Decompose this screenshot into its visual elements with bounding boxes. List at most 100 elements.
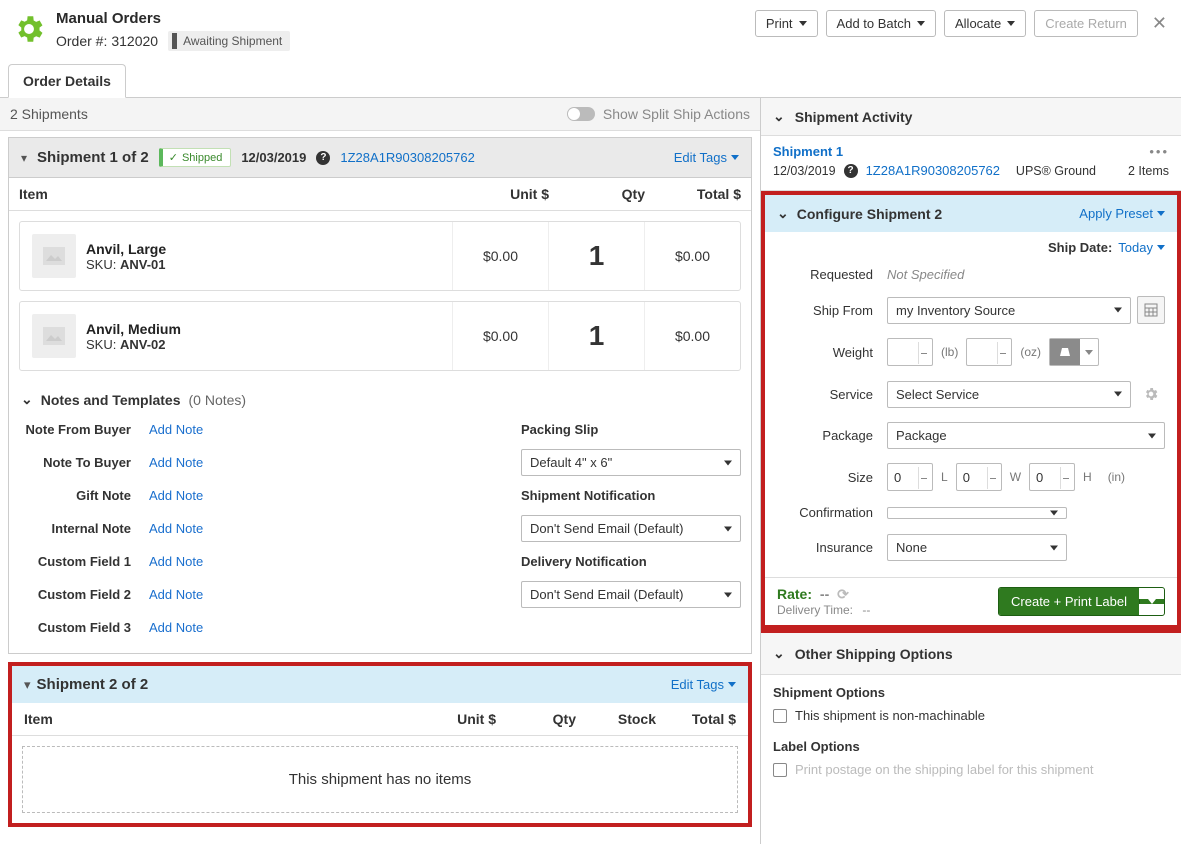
rate-label: Rate: xyxy=(777,586,812,602)
notes-fields: Note From BuyerAdd Note Note To BuyerAdd… xyxy=(19,422,521,635)
requested-value: Not Specified xyxy=(887,267,964,282)
configure-header[interactable]: ⌄ Configure Shipment 2 Apply Preset xyxy=(765,195,1177,232)
ship-from-label: Ship From xyxy=(777,303,873,318)
requested-label: Requested xyxy=(777,267,873,282)
size-l-unit: L xyxy=(941,470,948,484)
split-ship-toggle[interactable] xyxy=(567,107,595,121)
weight-oz-input[interactable] xyxy=(966,338,1012,366)
configure-shipment-panel: ⌄ Configure Shipment 2 Apply Preset Ship… xyxy=(761,191,1181,629)
help-icon[interactable]: ? xyxy=(844,164,858,178)
items-header-row: Item Unit $ Qty Total $ xyxy=(9,178,751,211)
chevron-down-icon: ▾ xyxy=(21,151,27,165)
weight-lb-input[interactable] xyxy=(887,338,933,366)
shipment-activity-link[interactable]: Shipment 1 xyxy=(773,144,843,159)
more-menu-icon[interactable]: ••• xyxy=(1149,144,1169,159)
calculator-icon[interactable] xyxy=(1137,296,1165,324)
note-to-buyer-label: Note To Buyer xyxy=(19,455,149,470)
page-header: Manual Orders Order #: 312020 Awaiting S… xyxy=(0,0,1181,59)
add-internal-note[interactable]: Add Note xyxy=(149,521,203,536)
checkbox-icon[interactable] xyxy=(773,763,787,777)
scale-button[interactable] xyxy=(1049,338,1099,366)
print-button[interactable]: Print xyxy=(755,10,818,37)
edit-tags-link[interactable]: Edit Tags xyxy=(671,677,736,692)
tabs: Order Details xyxy=(0,63,1181,98)
item-name: Anvil, Large xyxy=(86,241,166,257)
gear-icon xyxy=(12,12,46,46)
service-select[interactable]: Select Service xyxy=(887,381,1131,408)
item-meta: Anvil, Large SKU: ANV-01 xyxy=(20,222,452,290)
col-qty: Qty xyxy=(549,186,645,202)
service-settings-icon[interactable] xyxy=(1137,380,1165,408)
notes-section-toggle[interactable]: ⌄ Notes and Templates (0 Notes) xyxy=(9,381,751,418)
chevron-down-icon: ▾ xyxy=(24,677,31,693)
other-shipping-options-header[interactable]: ⌄ Other Shipping Options xyxy=(761,633,1181,675)
ship-from-select[interactable]: my Inventory Source xyxy=(887,297,1131,324)
delivery-notification-label: Delivery Notification xyxy=(521,554,741,569)
activity-tracking-link[interactable]: 1Z28A1R90308205762 xyxy=(866,163,1000,178)
shipment-1-tracking-link[interactable]: 1Z28A1R90308205762 xyxy=(340,150,474,165)
configure-form: Requested Not Specified Ship From my Inv… xyxy=(765,263,1177,577)
notes-templates: Packing Slip Default 4" x 6" Shipment No… xyxy=(521,422,741,635)
size-height-input[interactable]: 0 xyxy=(1029,463,1075,491)
shipment-2-header[interactable]: ▾ Shipment 2 of 2 Edit Tags xyxy=(12,666,748,703)
non-machinable-row[interactable]: This shipment is non-machinable xyxy=(773,708,1169,723)
add-custom-field-2[interactable]: Add Note xyxy=(149,587,203,602)
packing-slip-label: Packing Slip xyxy=(521,422,741,437)
print-postage-row[interactable]: Print postage on the shipping label for … xyxy=(773,762,1169,777)
caret-down-icon xyxy=(1157,245,1165,250)
package-select[interactable]: Package xyxy=(887,422,1165,449)
create-return-button: Create Return xyxy=(1034,10,1138,37)
help-icon[interactable]: ? xyxy=(316,151,330,165)
add-custom-field-1[interactable]: Add Note xyxy=(149,554,203,569)
item-qty: 1 xyxy=(548,302,644,370)
shipment-activity-header[interactable]: ⌄ Shipment Activity xyxy=(761,98,1181,136)
package-label: Package xyxy=(777,428,873,443)
item-meta: Anvil, Medium SKU: ANV-02 xyxy=(20,302,452,370)
note-from-buyer-label: Note From Buyer xyxy=(19,422,149,437)
confirmation-select[interactable] xyxy=(887,507,1067,519)
activity-item-count: 2 Items xyxy=(1128,164,1169,178)
close-icon[interactable]: ✕ xyxy=(1152,13,1167,34)
add-note-from-buyer[interactable]: Add Note xyxy=(149,422,203,437)
add-gift-note[interactable]: Add Note xyxy=(149,488,203,503)
activity-date: 12/03/2019 xyxy=(773,164,836,178)
delivery-time-label: Delivery Time: xyxy=(777,603,853,617)
add-to-batch-button[interactable]: Add to Batch xyxy=(826,10,936,37)
configure-title: Configure Shipment 2 xyxy=(797,206,942,222)
apply-preset-link[interactable]: Apply Preset xyxy=(1079,206,1165,221)
notes-grid: Note From BuyerAdd Note Note To BuyerAdd… xyxy=(9,418,751,653)
internal-note-label: Internal Note xyxy=(19,521,149,536)
activity-service: UPS® Ground xyxy=(1016,164,1096,178)
size-length-input[interactable]: 0 xyxy=(887,463,933,491)
gear-icon xyxy=(1143,386,1159,402)
packing-slip-select[interactable]: Default 4" x 6" xyxy=(521,449,741,476)
store-name: Manual Orders xyxy=(56,10,290,27)
add-note-to-buyer[interactable]: Add Note xyxy=(149,455,203,470)
col-item: Item xyxy=(19,186,453,202)
non-machinable-label: This shipment is non-machinable xyxy=(795,708,985,723)
ship-date-value[interactable]: Today xyxy=(1118,240,1165,255)
split-ship-label: Show Split Ship Actions xyxy=(603,106,750,122)
other-shipping-options-title: Other Shipping Options xyxy=(795,646,953,662)
scale-icon xyxy=(1058,345,1072,359)
checkbox-icon[interactable] xyxy=(773,709,787,723)
tab-order-details[interactable]: Order Details xyxy=(8,64,126,98)
insurance-select[interactable]: None xyxy=(887,534,1067,561)
shipment-1-header[interactable]: ▾ Shipment 1 of 2 ✓ Shipped 12/03/2019 ?… xyxy=(8,137,752,178)
size-width-input[interactable]: 0 xyxy=(956,463,1002,491)
shipment-notification-select[interactable]: Don't Send Email (Default) xyxy=(521,515,741,542)
caret-down-icon[interactable] xyxy=(1139,599,1164,604)
ship-date-row: Ship Date: Today xyxy=(765,232,1177,263)
shipments-summary-row: 2 Shipments Show Split Ship Actions xyxy=(0,98,760,131)
order-identity: Order #: 312020 Awaiting Shipment xyxy=(56,31,290,51)
item-thumbnail xyxy=(32,234,76,278)
shipment-2-items-header: Item Unit $ Qty Stock Total $ xyxy=(12,703,748,736)
allocate-button[interactable]: Allocate xyxy=(944,10,1026,37)
edit-tags-link[interactable]: Edit Tags xyxy=(674,150,739,165)
create-print-label-button[interactable]: Create + Print Label xyxy=(998,587,1165,616)
item-thumbnail xyxy=(32,314,76,358)
refresh-icon[interactable]: ⟳ xyxy=(837,586,849,602)
add-custom-field-3[interactable]: Add Note xyxy=(149,620,203,635)
delivery-notification-select[interactable]: Don't Send Email (Default) xyxy=(521,581,741,608)
notes-count: (0 Notes) xyxy=(189,392,247,408)
